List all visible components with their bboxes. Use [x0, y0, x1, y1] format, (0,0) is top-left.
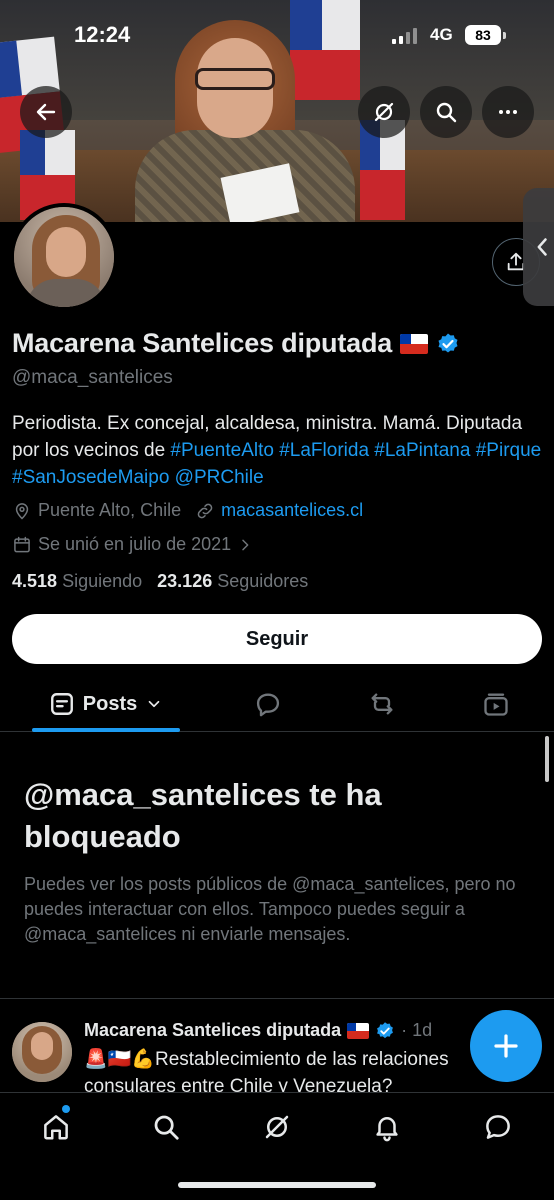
- messages-icon: [486, 1115, 510, 1139]
- post-author[interactable]: Macarena Santelices diputada: [84, 1020, 341, 1041]
- post-avatar[interactable]: [12, 1022, 72, 1082]
- reply-icon: [256, 693, 280, 717]
- profile-handle: @maca_santelices: [12, 367, 173, 388]
- search-button[interactable]: [420, 86, 472, 138]
- tab-media[interactable]: [474, 676, 518, 732]
- active-tab-indicator: [32, 728, 180, 732]
- search-icon: [436, 102, 457, 123]
- signal-icon: [392, 28, 417, 44]
- profile-website-link[interactable]: macasantelices.cl: [221, 500, 363, 521]
- scrollbar[interactable]: [545, 736, 549, 782]
- posts-icon: [50, 693, 73, 715]
- back-arrow-icon: [36, 103, 56, 121]
- nav-grok[interactable]: [257, 1107, 297, 1147]
- profile-stats: 4.518 Siguiendo 23.126 Seguidores: [12, 571, 308, 592]
- profile-tabs: Posts: [0, 676, 554, 732]
- verified-icon: [377, 1021, 394, 1038]
- home-notification-dot: [62, 1105, 70, 1113]
- blocked-description: Puedes ver los posts públicos de @maca_s…: [24, 874, 516, 944]
- repost-icon: [371, 693, 393, 715]
- following-count: 4.518: [12, 571, 58, 591]
- profile-joined[interactable]: Se unió en julio de 2021: [12, 534, 253, 555]
- bio-hashtag-laflorida[interactable]: #LaFlorida: [279, 440, 369, 461]
- followers-label: Seguidores: [217, 571, 309, 591]
- post-header: Macarena Santelices diputada · 1d: [84, 1020, 432, 1041]
- profile-avatar[interactable]: [10, 203, 118, 311]
- calendar-icon: [14, 536, 30, 552]
- bio-hashtag-pirque[interactable]: #Pirque: [476, 440, 542, 461]
- side-panel-handle[interactable]: [523, 188, 554, 306]
- divider: [0, 998, 554, 999]
- notifications-icon: [376, 1117, 398, 1142]
- verified-icon[interactable]: [436, 332, 460, 356]
- followers-link[interactable]: 23.126 Seguidores: [157, 571, 308, 591]
- chevron-right-icon: [242, 539, 249, 550]
- battery-tip: [503, 32, 506, 39]
- chevron-left-icon: [537, 238, 547, 256]
- tab-replies[interactable]: [246, 676, 290, 732]
- follow-button[interactable]: Seguir: [12, 614, 542, 664]
- link-icon: [197, 503, 213, 518]
- profile-meta-row: Puente Alto, Chile macasantelices.cl: [12, 500, 363, 521]
- bio-hashtag-puentealto[interactable]: #PuenteAlto: [170, 440, 274, 461]
- bio-hashtag-lapintana[interactable]: #LaPintana: [374, 440, 470, 461]
- tab-posts-label: Posts: [82, 692, 138, 715]
- nav-home[interactable]: [36, 1107, 76, 1147]
- profile-location: Puente Alto, Chile: [38, 500, 182, 520]
- post-time: · 1d: [401, 1020, 433, 1040]
- home-indicator: [178, 1182, 376, 1188]
- compose-button[interactable]: [470, 1010, 542, 1082]
- tab-posts[interactable]: Posts: [32, 676, 180, 732]
- back-button[interactable]: [20, 86, 72, 138]
- chile-flag-icon: [400, 333, 429, 354]
- profile-name: Macarena Santelices diputada: [12, 328, 393, 358]
- more-button[interactable]: [482, 86, 534, 138]
- grok-button[interactable]: [358, 86, 410, 138]
- profile-joined-text: Se unió en julio de 2021: [38, 534, 232, 554]
- nav-search[interactable]: [146, 1107, 186, 1147]
- profile-name-row: Macarena Santelices diputada: [12, 328, 460, 359]
- search-icon: [154, 1115, 179, 1140]
- nav-notifications[interactable]: [367, 1107, 407, 1147]
- more-icon: [499, 110, 517, 114]
- network-type: 4G: [430, 25, 453, 44]
- blocked-title: @maca_santelices te ha bloqueado: [24, 777, 382, 854]
- status-time: 12:24: [74, 22, 131, 47]
- tab-reposts[interactable]: [360, 676, 404, 732]
- profile-bio: Periodista. Ex concejal, alcaldesa, mini…: [12, 410, 542, 491]
- grok-icon: [265, 1115, 289, 1139]
- chile-flag-icon: [347, 1022, 370, 1039]
- plus-icon: [494, 1034, 518, 1058]
- battery-level: 83: [465, 25, 501, 45]
- bio-hashtag-sanjosedemaipo[interactable]: #SanJosedeMaipo: [12, 467, 169, 488]
- chevron-down-icon: [148, 700, 160, 708]
- status-bar: 12:24 4G 83: [0, 22, 554, 54]
- media-icon: [484, 693, 508, 716]
- grok-icon: [374, 102, 394, 122]
- following-link[interactable]: 4.518 Siguiendo: [12, 571, 142, 591]
- followers-count: 23.126: [157, 571, 213, 591]
- home-icon: [44, 1115, 68, 1140]
- nav-messages[interactable]: [478, 1107, 518, 1147]
- location-icon: [15, 502, 29, 520]
- bio-mention-prchile[interactable]: @PRChile: [175, 467, 264, 488]
- following-label: Siguiendo: [62, 571, 143, 591]
